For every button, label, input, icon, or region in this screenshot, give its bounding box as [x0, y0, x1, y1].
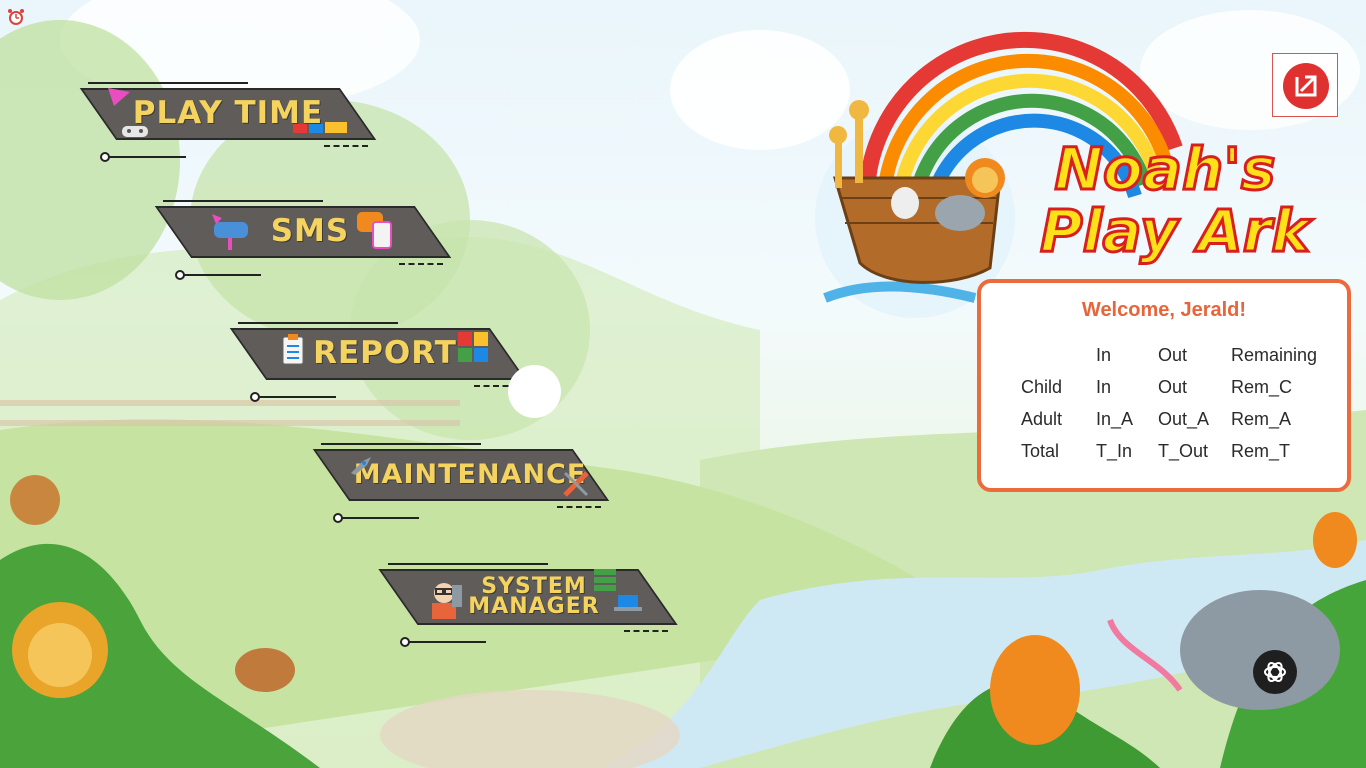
welcome-greeting: Welcome, Jerald! [1081, 299, 1247, 321]
pink-triangle-icon [108, 88, 130, 106]
welcome-card: Welcome, Jerald! In Out Remaining Child … [977, 279, 1351, 492]
table-cell: Out_A [1158, 408, 1210, 429]
attendance-table: In Out Remaining Child In Out Rem_C Adul… [1021, 339, 1331, 467]
server-laptop-icon [594, 569, 642, 611]
row-label: Adult [1021, 408, 1063, 429]
table-cell: T_Out [1158, 440, 1209, 461]
table-cell: Out [1158, 376, 1188, 397]
row-label: Child [1021, 376, 1063, 397]
table-cell: Rem_C [1231, 376, 1293, 397]
rocket-icon [351, 457, 371, 475]
puzzle-icon [458, 332, 488, 362]
system-manager-button[interactable]: SYSTEM MANAGER [378, 563, 678, 647]
exit-button[interactable] [1272, 53, 1338, 117]
table-cell: In [1096, 376, 1112, 397]
sms-label: SMS [270, 212, 350, 249]
exit-icon [1283, 63, 1329, 109]
manager-avatar-icon [432, 583, 462, 619]
logo-title-line1: Noah's [1053, 135, 1277, 203]
header-cell: Remaining [1231, 344, 1318, 365]
table-cell: Rem_A [1231, 408, 1292, 429]
mailbox-icon [212, 214, 248, 250]
logo-title-line2: Play Ark [1039, 197, 1312, 265]
row-label: Total [1021, 440, 1060, 461]
attendance-header-row: In Out Remaining [1021, 339, 1331, 371]
cursor-highlight [508, 365, 561, 418]
chat-bubble-icon [357, 212, 392, 249]
attendance-row-total: Total T_In T_Out Rem_T [1021, 435, 1331, 467]
toy-train-icon [293, 122, 347, 133]
attendance-row-adult: Adult In_A Out_A Rem_A [1021, 403, 1331, 435]
assistant-button[interactable] [1253, 650, 1297, 694]
game-controller-icon [122, 126, 148, 137]
sms-button[interactable]: SMS [154, 200, 452, 280]
play-time-button[interactable]: PLAY TIME [79, 82, 377, 162]
attendance-row-child: Child In Out Rem_C [1021, 371, 1331, 403]
maintenance-button[interactable]: MAINTENANCE [312, 443, 610, 523]
table-cell: Rem_T [1231, 440, 1291, 461]
report-button[interactable]: REPORT [229, 322, 527, 402]
header-cell: Out [1158, 344, 1188, 365]
clipboard-icon [282, 334, 304, 365]
table-cell: T_In [1096, 440, 1133, 461]
header-cell: In [1096, 344, 1112, 365]
chatgpt-icon [1264, 661, 1286, 683]
wrench-icon [563, 471, 589, 497]
alarm-clock-icon [8, 9, 24, 25]
table-cell: In_A [1096, 408, 1134, 429]
